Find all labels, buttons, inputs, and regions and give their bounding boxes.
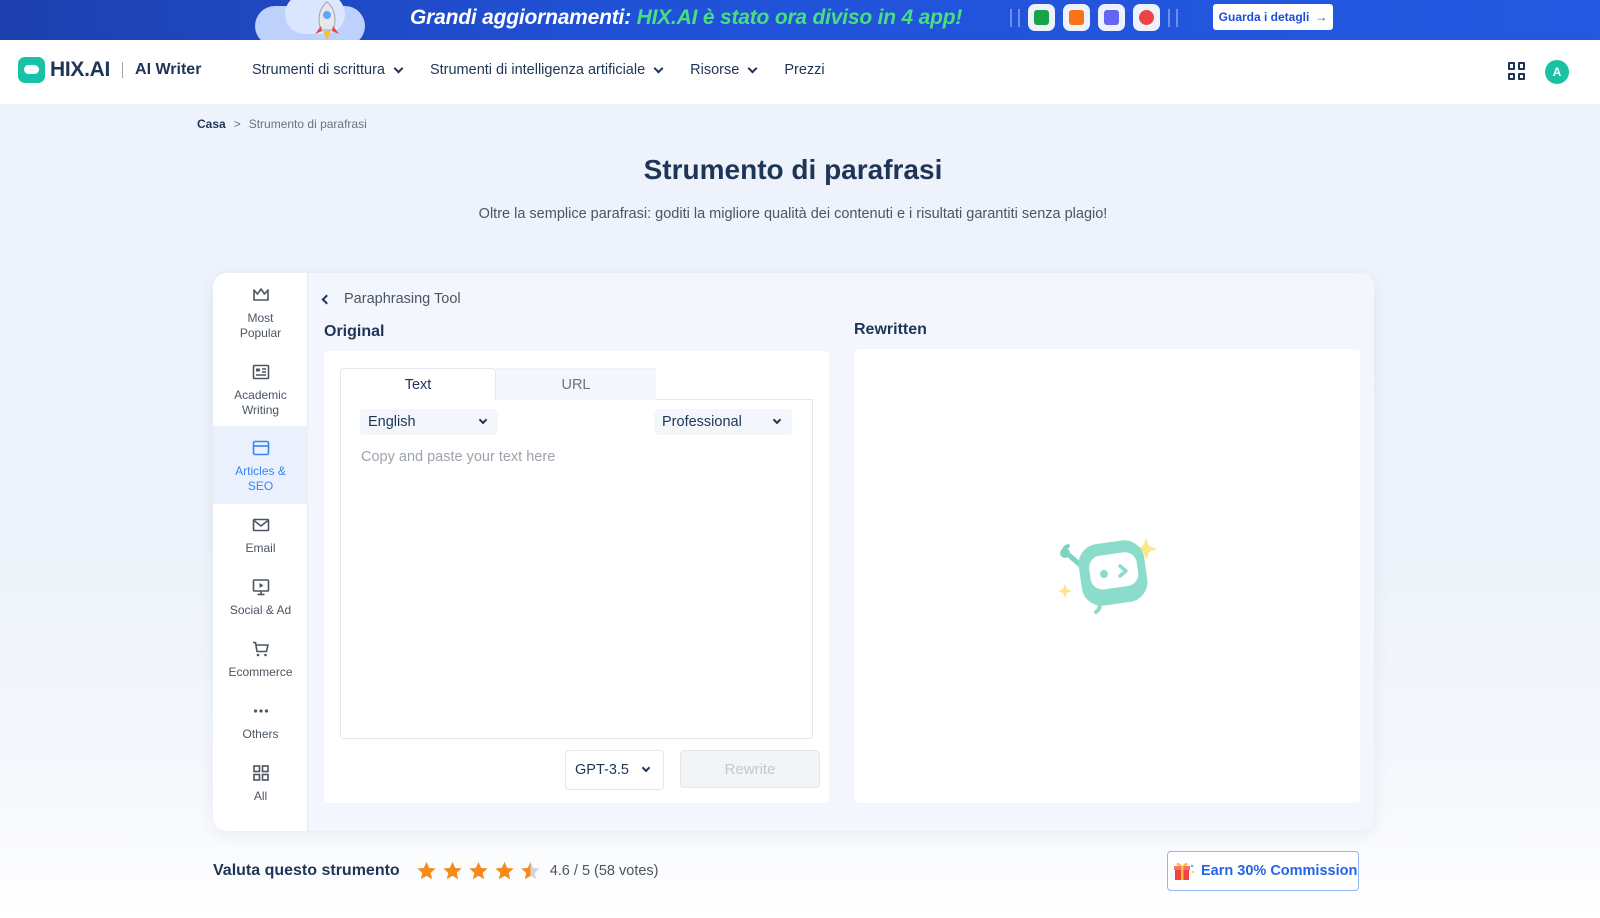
breadcrumb-current: Strumento di parafrasi: [248, 117, 367, 131]
sidebar-item-ecommerce[interactable]: Ecommerce: [213, 635, 308, 691]
earn-commission-button[interactable]: Earn 30% Commission: [1167, 851, 1359, 891]
product-name: AI Writer: [135, 61, 202, 78]
promo-banner[interactable]: Grandi aggiornamenti: HIX.AI è stato ora…: [0, 0, 1600, 40]
text-editor[interactable]: English Professional Copy and paste your…: [340, 399, 813, 739]
sidebar-item-label: Writing: [241, 403, 280, 417]
chevron-down-icon: [641, 763, 651, 773]
wave-decoration: [1168, 8, 1178, 27]
tone-value: Professional: [662, 414, 742, 430]
main-nav: Strumenti di scrittura Strumenti di inte…: [252, 62, 825, 78]
sidebar-item-label: Ecommerce: [228, 665, 293, 679]
text-input-placeholder[interactable]: Copy and paste your text here: [361, 449, 555, 465]
sidebar-item-label: SEO: [247, 479, 274, 493]
more-icon: [250, 700, 272, 722]
sidebar-item-label: Popular: [239, 326, 282, 340]
chevron-down-icon: [772, 415, 782, 425]
star-rating[interactable]: [415, 860, 542, 882]
breadcrumb: Casa > Strumento di parafrasi: [197, 117, 367, 131]
language-select[interactable]: English: [360, 409, 498, 435]
crown-icon: [250, 284, 272, 306]
rocket-icon: [315, 1, 339, 40]
star-icon[interactable]: [467, 860, 490, 882]
rewrite-button[interactable]: Rewrite: [680, 750, 820, 788]
page-title: Strumento di parafrasi: [643, 154, 943, 185]
nav-resources[interactable]: Risorse: [690, 62, 758, 78]
sidebar-item-most-popular[interactable]: Most Popular: [213, 280, 308, 352]
nav-ai-tools[interactable]: Strumenti di intelligenza artificiale: [430, 62, 664, 78]
top-navbar: HIX.AI AI Writer Strumenti di scrittura …: [0, 40, 1600, 104]
brand-name: HIX.AI: [50, 58, 111, 81]
back-to-tool-link[interactable]: Paraphrasing Tool: [321, 291, 461, 307]
divider: [122, 62, 124, 78]
star-half-icon[interactable]: [519, 860, 542, 882]
language-value: English: [368, 414, 416, 430]
tool-name: Paraphrasing Tool: [344, 291, 461, 307]
nav-writing-tools[interactable]: Strumenti di scrittura: [252, 62, 404, 78]
mail-icon: [250, 514, 272, 536]
rating-score: 4.6 / 5 (58 votes): [549, 863, 659, 879]
breadcrumb-separator: >: [233, 117, 241, 131]
rating-row: Valuta questo strumento 4.6 / 5 (58 vote…: [213, 860, 659, 882]
input-tabs: Text URL: [340, 368, 813, 401]
category-sidebar: Most Popular Academic Writing Articles &…: [213, 273, 308, 831]
app-icon-orange: [1063, 4, 1090, 31]
gift-icon: [1174, 862, 1194, 880]
chevron-down-icon: [478, 415, 488, 425]
cart-icon: [250, 638, 272, 660]
app-icon-green: [1028, 4, 1055, 31]
banner-details-button[interactable]: Guarda i detagli →: [1213, 4, 1333, 30]
sidebar-item-all[interactable]: All: [213, 759, 308, 815]
logo-icon: [18, 57, 45, 83]
sidebar-item-others[interactable]: Others: [213, 697, 308, 753]
tab-url[interactable]: URL: [496, 368, 656, 400]
browser-icon: [250, 437, 272, 459]
sidebar-item-articles-seo[interactable]: Articles & SEO: [213, 426, 308, 504]
original-panel: Text URL English Professional Copy and p…: [324, 351, 829, 803]
presentation-icon: [250, 576, 272, 598]
sidebar-item-email[interactable]: Email: [213, 511, 308, 567]
sidebar-item-label: All: [253, 789, 268, 803]
star-icon[interactable]: [493, 860, 516, 882]
sidebar-item-label: Most: [247, 311, 274, 325]
arrow-right-icon: →: [1315, 10, 1328, 24]
nav-pricing[interactable]: Prezzi: [784, 62, 824, 78]
app-icons: [1010, 4, 1178, 31]
earn-label: Earn 30% Commission: [1201, 863, 1358, 879]
model-value: GPT-3.5: [575, 762, 629, 778]
chevron-down-icon: [393, 63, 404, 73]
sidebar-item-academic-writing[interactable]: Academic Writing: [213, 357, 308, 429]
robot-mascot-icon: [1058, 538, 1157, 614]
sidebar-item-label: Social & Ad: [229, 603, 292, 617]
rewritten-panel: [854, 349, 1360, 803]
grid-icon: [250, 762, 272, 784]
sidebar-item-social-ad[interactable]: Social & Ad: [213, 573, 308, 629]
rating-label: Valuta questo strumento: [213, 862, 400, 879]
newspaper-icon: [250, 361, 272, 383]
app-icon-red: [1133, 4, 1160, 31]
tool-card: Most Popular Academic Writing Articles &…: [213, 273, 1374, 831]
rewritten-heading: Rewritten: [854, 321, 927, 338]
banner-headline: Grandi aggiornamenti: HIX.AI è stato ora…: [410, 6, 963, 29]
logo[interactable]: HIX.AI AI Writer: [18, 57, 201, 83]
sidebar-item-label: Email: [245, 541, 276, 555]
chevron-down-icon: [747, 63, 758, 73]
star-icon[interactable]: [415, 860, 438, 882]
wave-decoration: [1010, 8, 1020, 27]
model-select[interactable]: GPT-3.5: [565, 750, 664, 790]
apps-grid-icon[interactable]: [1508, 62, 1526, 80]
chevron-left-icon: [321, 294, 332, 304]
original-heading: Original: [324, 323, 385, 340]
app-icon-blue: [1098, 4, 1125, 31]
chevron-down-icon: [653, 63, 664, 73]
breadcrumb-home[interactable]: Casa: [197, 117, 226, 131]
tone-select[interactable]: Professional: [654, 409, 792, 435]
sidebar-item-label: Articles &: [235, 464, 286, 478]
avatar[interactable]: A: [1545, 60, 1569, 84]
sidebar-item-label: Academic: [234, 388, 287, 402]
star-icon[interactable]: [441, 860, 464, 882]
tab-text[interactable]: Text: [340, 368, 496, 401]
page-subtitle: Oltre la semplice parafrasi: goditi la m…: [478, 206, 1108, 222]
sidebar-item-label: Others: [242, 727, 279, 741]
